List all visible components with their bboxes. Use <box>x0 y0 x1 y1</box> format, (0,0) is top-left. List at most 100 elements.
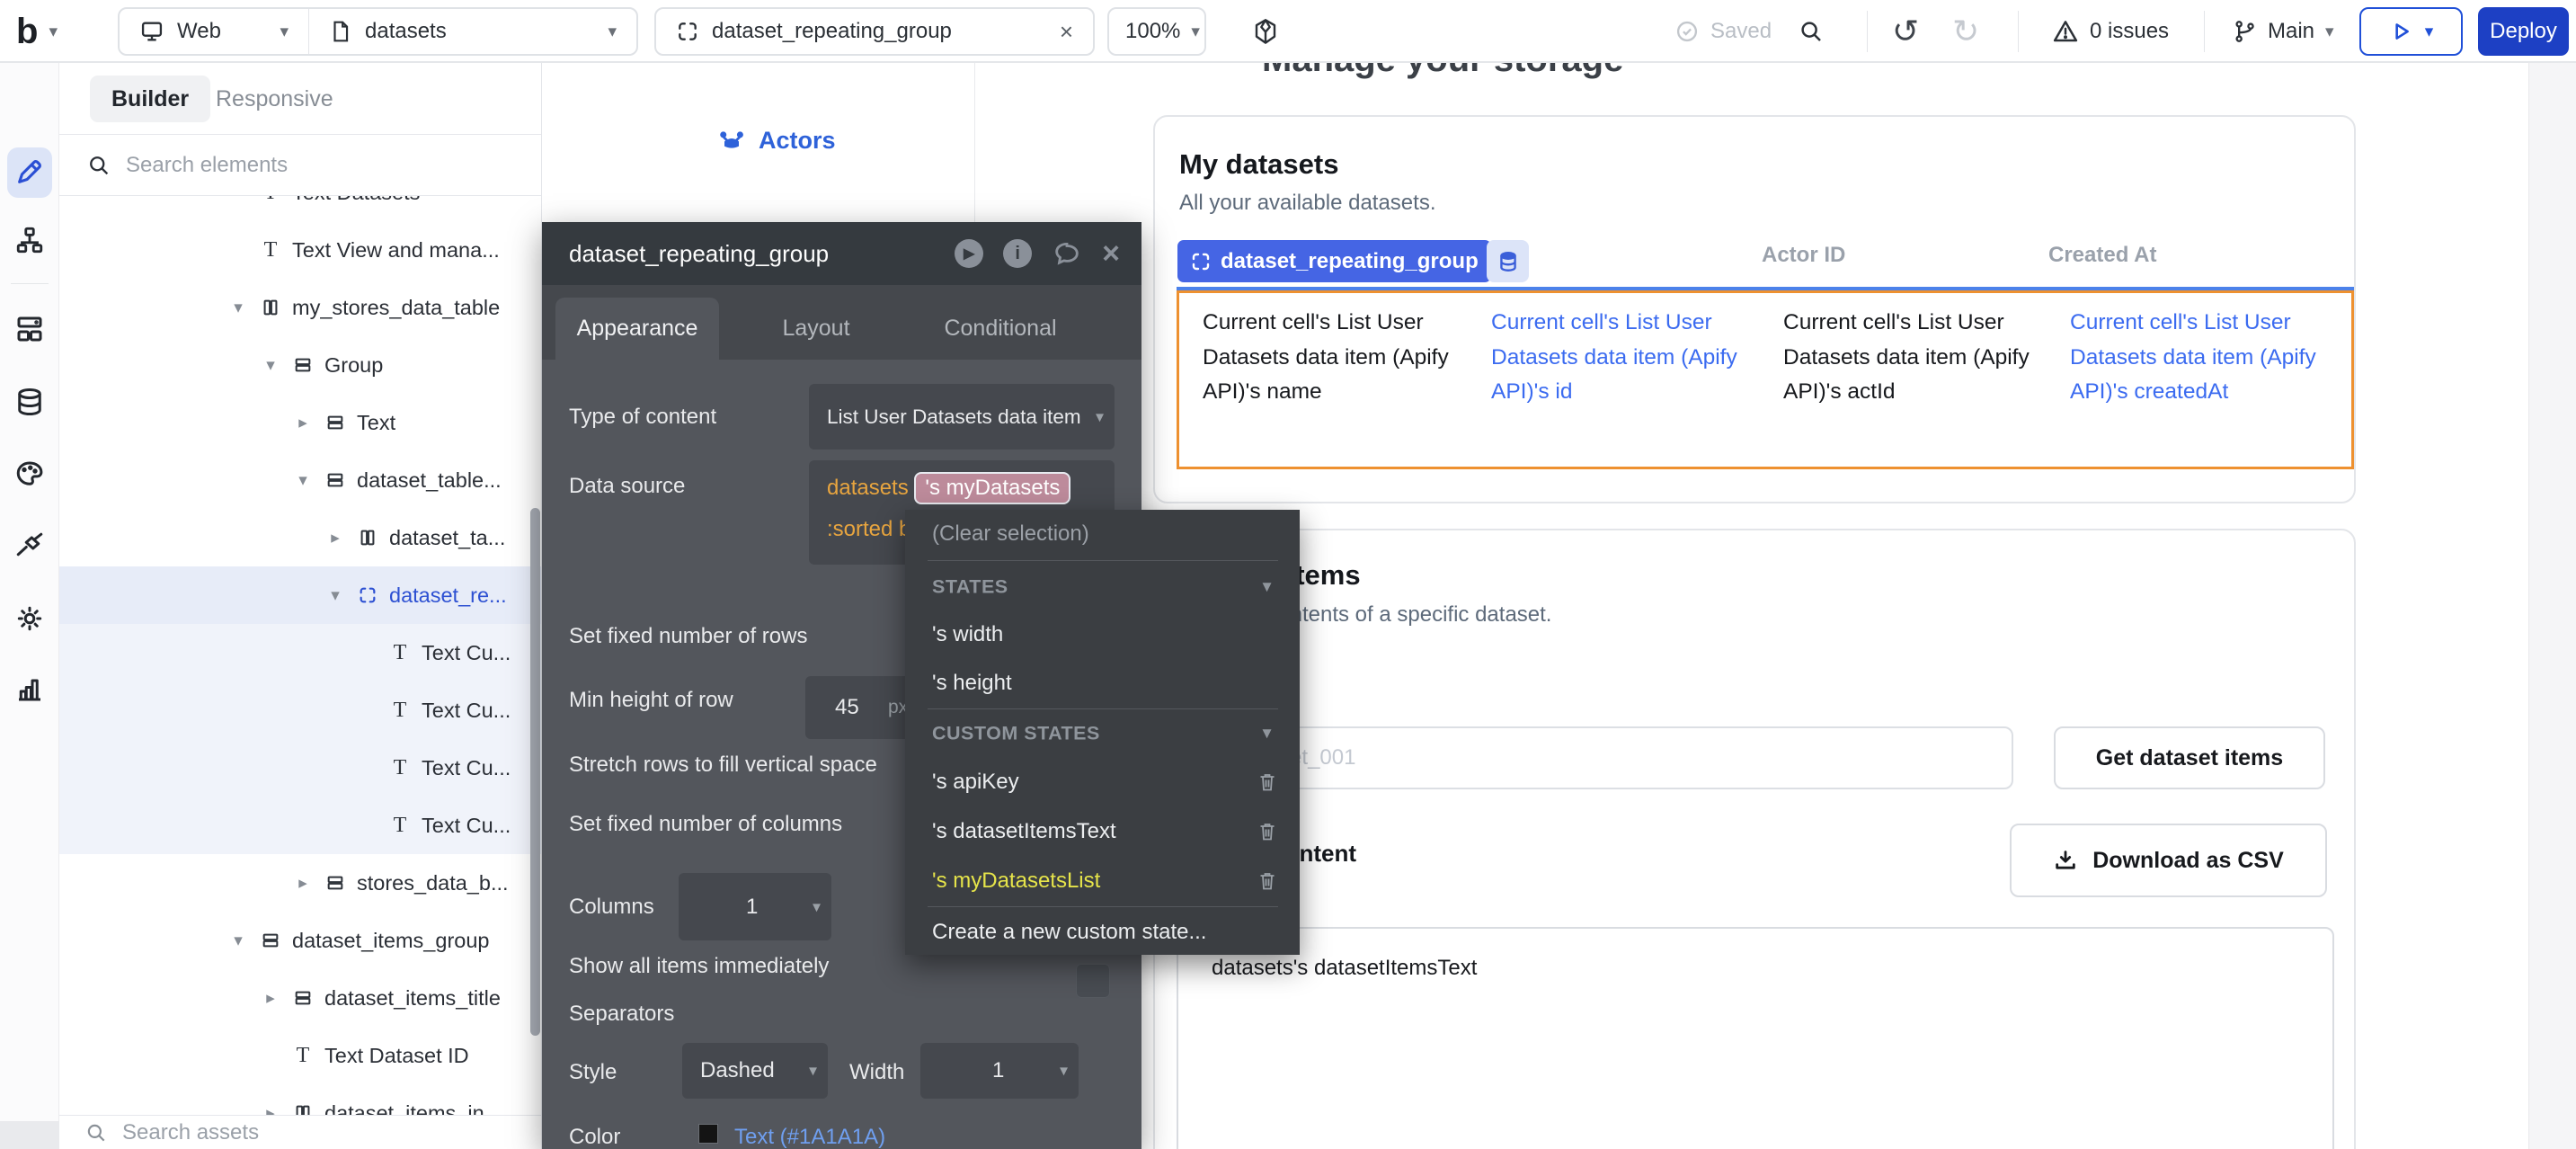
separator-style-select[interactable]: Dashed ▾ <box>682 1043 828 1099</box>
tree-item-dataset-repeating-group-selected[interactable]: ▾ dataset_re... <box>59 566 542 624</box>
zoom-selector[interactable]: 100% ▾ <box>1107 7 1206 56</box>
preview-button[interactable]: ▾ <box>2359 7 2463 56</box>
menu-item-datasetitemstext[interactable]: 's datasetItemsText <box>932 819 1116 844</box>
property-editor-header[interactable]: dataset_repeating_group ▶ i × <box>542 222 1141 285</box>
stretch-rows-label: Stretch rows to fill vertical space <box>569 753 877 778</box>
caret-right-icon[interactable]: ▸ <box>292 413 314 433</box>
cell-createdat-expression[interactable]: Current cell's List User Datasets data i… <box>2070 306 2371 410</box>
branch-selector[interactable]: Main ▾ <box>2232 7 2334 56</box>
menu-item-create-custom-state[interactable]: Create a new custom state... <box>932 920 1206 945</box>
cell-id-expression[interactable]: Current cell's List User Datasets data i… <box>1491 306 1761 410</box>
selected-element-badge[interactable]: dataset_repeating_group <box>1177 240 1491 282</box>
tree-scrollbar[interactable] <box>530 508 540 1036</box>
tree-item-text[interactable]: ▸ Text <box>59 394 542 451</box>
trash-icon[interactable] <box>1257 870 1278 892</box>
tab-layout[interactable]: Layout <box>758 298 875 360</box>
components-icon[interactable] <box>13 313 46 345</box>
tab-responsive[interactable]: Responsive <box>216 76 333 122</box>
element-tab[interactable]: dataset_repeating_group × <box>654 7 1095 56</box>
menu-item-clear-selection[interactable]: (Clear selection) <box>932 521 1089 547</box>
dataset-items-card: Dataset items View the contents of a spe… <box>1153 529 2356 1149</box>
menu-item-width[interactable]: 's width <box>932 622 1003 647</box>
pencil-icon[interactable] <box>14 156 45 187</box>
tab-appearance[interactable]: Appearance <box>555 298 719 360</box>
color-swatch[interactable] <box>698 1124 718 1144</box>
tab-builder[interactable]: Builder <box>90 76 210 122</box>
tree-item-dataset-items-group[interactable]: ▾ dataset_items_group <box>59 912 542 969</box>
text-element-icon: T <box>291 1045 315 1066</box>
caret-down-icon[interactable]: ▾ <box>260 355 281 376</box>
search-button[interactable] <box>1798 7 1825 56</box>
rail-divider <box>11 283 49 284</box>
caret-right-icon[interactable]: ▸ <box>260 988 281 1009</box>
branch-icon <box>2232 19 2257 44</box>
trash-icon[interactable] <box>1257 771 1278 793</box>
run-workflows-button[interactable]: ▶ <box>955 239 983 268</box>
database-icon[interactable] <box>13 386 46 418</box>
tree-item-dataset-ta[interactable]: ▸ dataset_ta... <box>59 509 542 566</box>
column-header-created-at: Created At <box>2048 243 2156 268</box>
caret-down-icon[interactable]: ▾ <box>227 298 249 318</box>
tab-conditional[interactable]: Conditional <box>928 298 1072 360</box>
page-selector[interactable]: datasets ▾ <box>309 19 636 44</box>
caret-down-icon[interactable]: ▾ <box>324 585 346 606</box>
plugin-icon[interactable] <box>13 530 46 562</box>
tree-item-dataset-table[interactable]: ▾ dataset_table... <box>59 451 542 509</box>
expression-suffix: :sorted b <box>827 517 910 542</box>
close-icon[interactable]: × <box>1060 18 1073 46</box>
color-value-link[interactable]: Text (#1A1A1A) <box>734 1125 885 1149</box>
redo-button[interactable]: ↻ <box>1952 7 1979 56</box>
separator-width-select[interactable]: 1 ▾ <box>920 1043 1079 1099</box>
tree-item-dataset-items-title[interactable]: ▸ dataset_items_title <box>59 969 542 1027</box>
tree-item-stores-data-b[interactable]: ▸ stores_data_b... <box>59 854 542 912</box>
device-selector[interactable]: Web ▾ <box>120 19 308 44</box>
tree-item-text-cu-3[interactable]: T Text Cu... <box>59 739 542 797</box>
data-source-chip[interactable] <box>1487 240 1529 282</box>
component-library-button[interactable] <box>1251 7 1280 56</box>
columns-label: Columns <box>569 895 654 920</box>
columns-select[interactable]: 1 ▾ <box>679 873 831 940</box>
caret-down-icon[interactable]: ▾ <box>292 470 314 491</box>
tree-item-my-stores-data-table[interactable]: ▾ my_stores_data_table <box>59 279 542 336</box>
app-menu[interactable]: b ▾ <box>16 7 58 56</box>
cell-actid-expression[interactable]: Current cell's List User Datasets data i… <box>1783 306 2053 410</box>
trash-icon[interactable] <box>1257 821 1278 842</box>
tree-item-text-cu-1[interactable]: T Text Cu... <box>59 624 542 681</box>
tree-item-text-dataset-id[interactable]: T Text Dataset ID <box>59 1027 542 1084</box>
menu-item-apikey[interactable]: 's apiKey <box>932 770 1019 795</box>
issues-indicator[interactable]: 0 issues <box>2052 7 2169 56</box>
menu-item-mydatasetslist[interactable]: 's myDatasetsList <box>932 868 1100 894</box>
search-elements-input[interactable] <box>126 153 467 178</box>
type-of-content-select[interactable]: List User Datasets data item ▾ <box>809 384 1115 450</box>
search-assets-input[interactable] <box>122 1120 464 1145</box>
deploy-button[interactable]: Deploy <box>2478 7 2569 56</box>
caret-down-icon[interactable]: ▾ <box>227 931 249 951</box>
caret-right-icon[interactable]: ▸ <box>292 873 314 894</box>
comment-button[interactable] <box>1052 238 1082 269</box>
menu-header-states[interactable]: STATES <box>932 576 1008 599</box>
tree-item-text-cu-2[interactable]: T Text Cu... <box>59 681 542 739</box>
menu-item-height[interactable]: 's height <box>932 671 1012 696</box>
show-all-checkbox[interactable] <box>1076 964 1110 998</box>
chevron-down-icon: ▾ <box>280 22 289 42</box>
caret-right-icon[interactable]: ▸ <box>324 528 346 548</box>
sitemap-icon[interactable] <box>14 225 45 255</box>
tree-item-text-cu-4[interactable]: T Text Cu... <box>59 797 542 854</box>
info-button[interactable]: i <box>1003 239 1032 268</box>
nav-item-actors[interactable]: Actors <box>717 126 836 155</box>
undo-button[interactable]: ↺ <box>1892 7 1919 56</box>
save-status: Saved <box>1674 7 1772 56</box>
tree-item-group[interactable]: ▾ Group <box>59 336 542 394</box>
repeating-group-bounds[interactable]: Current cell's List User Datasets data i… <box>1177 290 2354 469</box>
gear-icon[interactable] <box>13 602 46 635</box>
chart-icon[interactable] <box>13 672 46 705</box>
download-csv-button[interactable]: Download as CSV <box>2010 824 2327 897</box>
tree-item-text-view[interactable]: T Text View and mana... <box>59 221 542 279</box>
menu-header-custom-states[interactable]: CUSTOM STATES <box>932 723 1100 745</box>
close-icon[interactable]: × <box>1102 236 1120 272</box>
palette-icon[interactable] <box>13 458 46 490</box>
cell-name-expression[interactable]: Current cell's List User Datasets data i… <box>1203 306 1481 410</box>
dataset-id-input[interactable] <box>1177 726 2013 789</box>
expression-token-mydatasets[interactable]: 's myDatasets <box>914 472 1070 504</box>
get-dataset-items-button[interactable]: Get dataset items <box>2054 726 2325 789</box>
